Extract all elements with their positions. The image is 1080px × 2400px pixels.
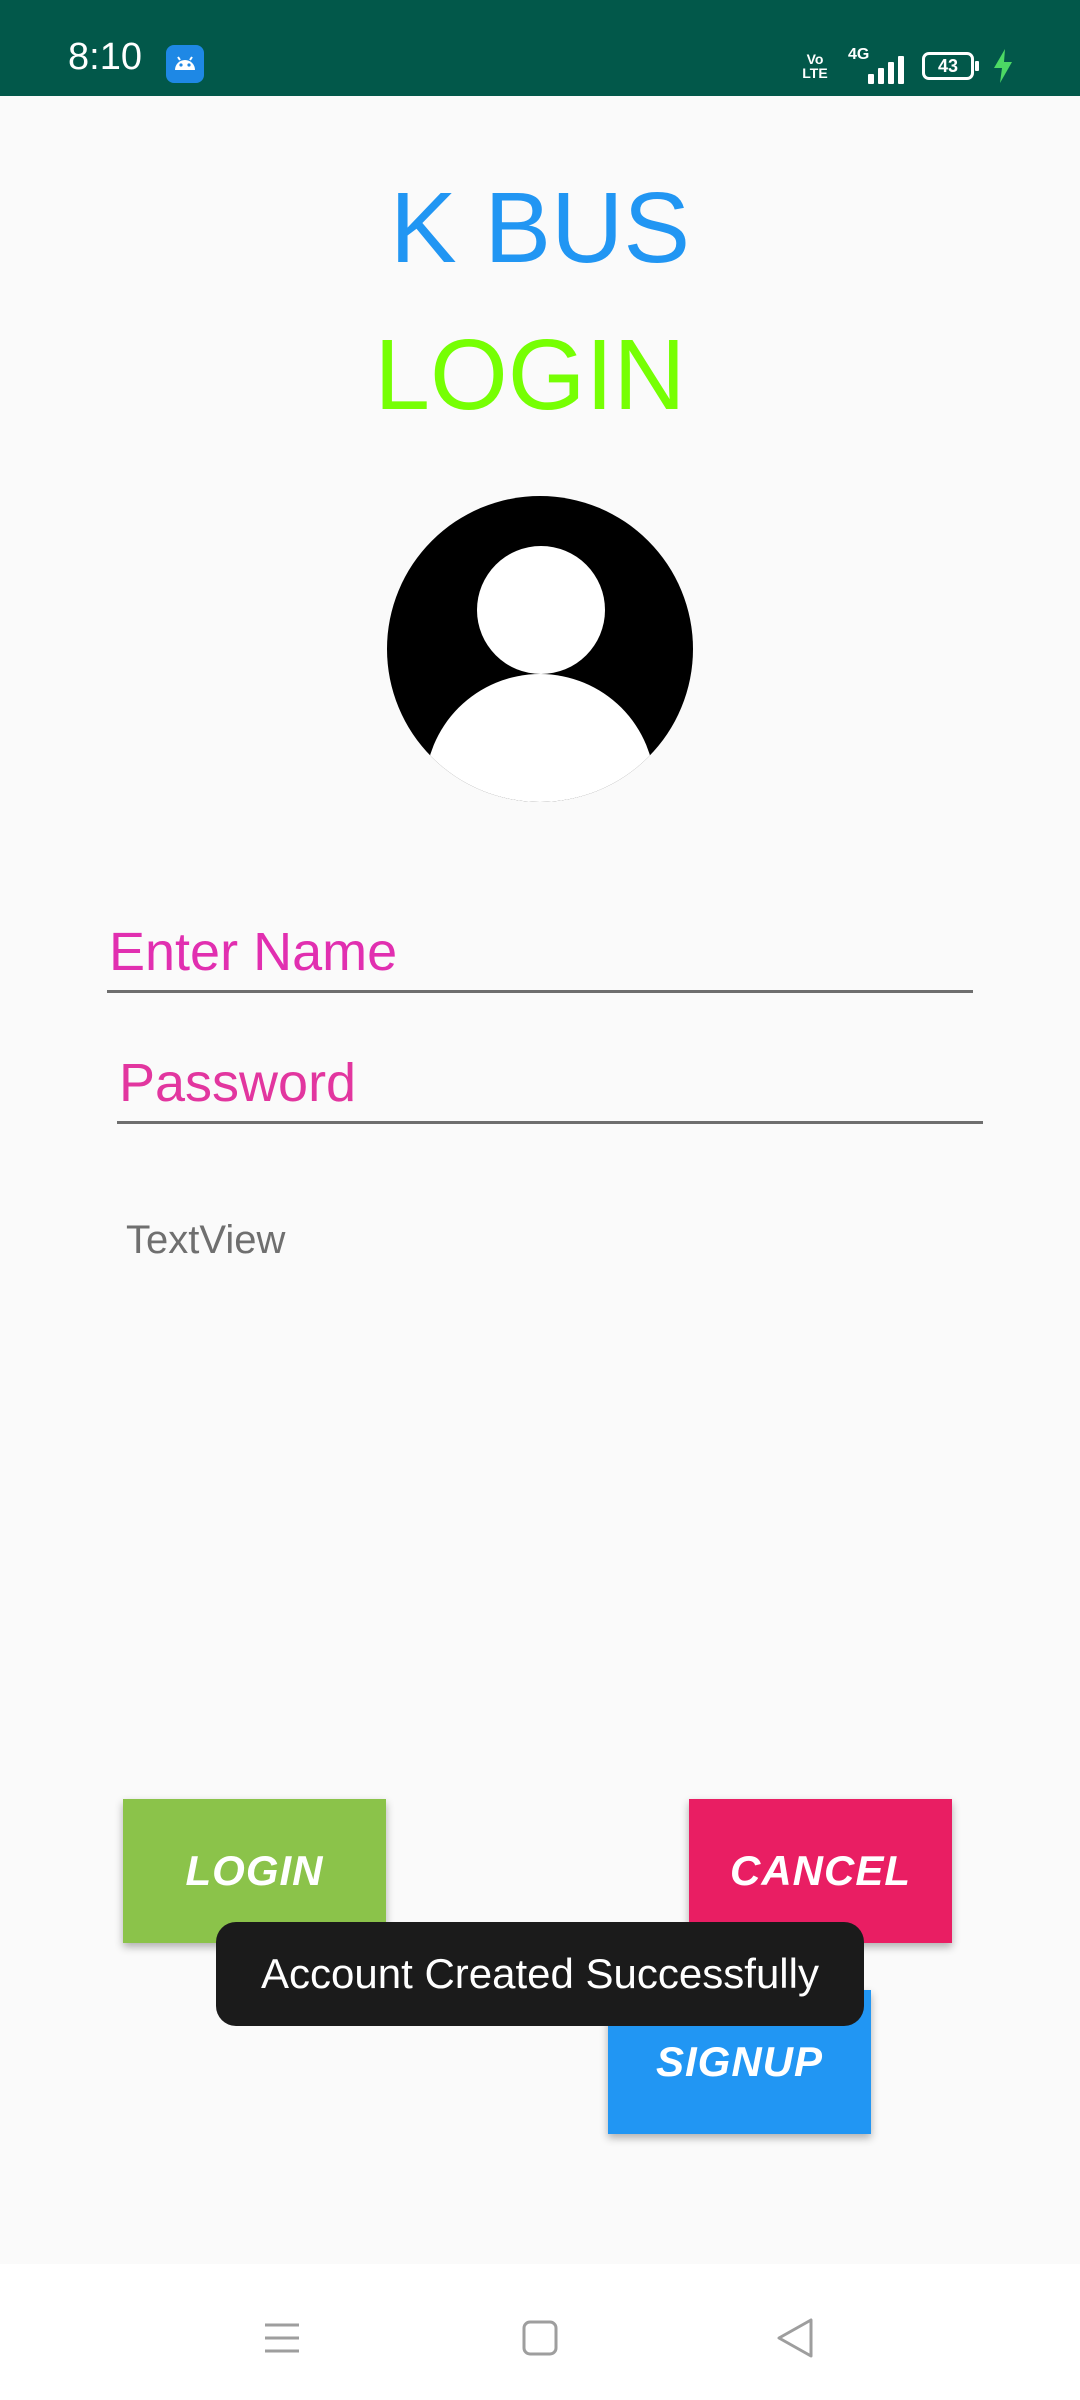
home-icon[interactable] <box>510 2308 570 2368</box>
status-textview: TextView <box>126 1218 286 1262</box>
navigation-bar <box>0 2264 1080 2400</box>
battery-level: 43 <box>937 56 959 76</box>
avatar-icon <box>387 496 693 802</box>
menu-icon[interactable] <box>252 2308 312 2368</box>
charging-bolt-icon <box>994 49 1012 83</box>
android-icon <box>166 45 204 83</box>
toast-message: Account Created Successfully <box>216 1922 864 2026</box>
screen-title: LOGIN <box>374 319 686 431</box>
back-icon[interactable] <box>765 2308 825 2368</box>
battery-icon: 43 <box>922 52 979 80</box>
network-type: 4G <box>848 46 870 63</box>
status-bar: 8:10 Vo LTE 4G 43 <box>0 0 1080 96</box>
name-input[interactable]: Enter Name <box>107 914 973 993</box>
volte-indicator: Vo LTE <box>802 51 828 81</box>
status-indicators: Vo LTE 4G 43 <box>802 46 1014 86</box>
signal-icon: 4G <box>846 46 904 86</box>
password-input[interactable]: Password <box>117 1045 983 1124</box>
app-title: K BUS <box>389 172 691 284</box>
status-time: 8:10 <box>68 36 142 78</box>
